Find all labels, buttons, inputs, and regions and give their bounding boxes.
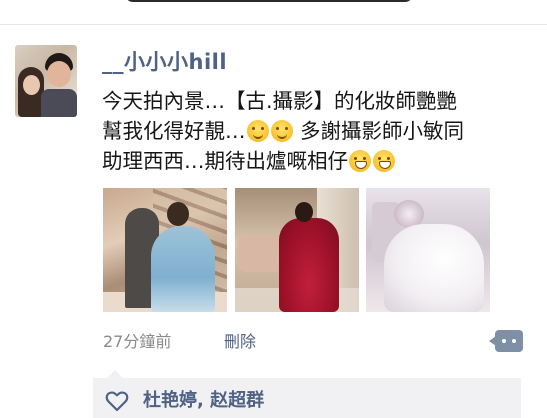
post-text: 今天拍內景…【古.攝影】的化妝師艷艷 幫我化得好靚… 多謝攝影師小敏同 助理西西… [102,86,532,176]
comment-button[interactable] [489,330,523,352]
more-dots-icon [502,339,506,343]
delete-link[interactable]: 刪除 [224,330,256,354]
photo-thumbnail-2[interactable] [235,188,359,312]
grinning-face-icon [349,150,371,172]
avatar[interactable] [15,45,77,117]
smiling-face-icon [246,120,269,142]
smiling-face-icon [270,120,293,142]
photo-thumbnail-3[interactable] [366,188,490,312]
likes-names[interactable]: 杜艳婷, 赵超群 [143,388,264,414]
grinning-face-icon [373,150,395,172]
username-link[interactable]: __小小小hill [102,49,227,75]
divider [0,24,547,25]
top-bar [125,0,413,2]
post-text-line-2b: 多謝攝影師小敏同 [300,119,465,143]
post-text-line-1: 今天拍內景…【古.攝影】的化妝師艷艷 [102,89,458,113]
post-text-line-2a: 幫我化得好靚… [102,119,246,143]
photo-thumbnail-1[interactable] [103,188,227,312]
post-text-line-3: 助理西西…期待出爐嘅相仔 [102,149,348,173]
post-timestamp: 27分鐘前 [103,332,172,351]
heart-icon [105,391,129,412]
likes-box: 杜艳婷, 赵超群 [93,370,521,418]
